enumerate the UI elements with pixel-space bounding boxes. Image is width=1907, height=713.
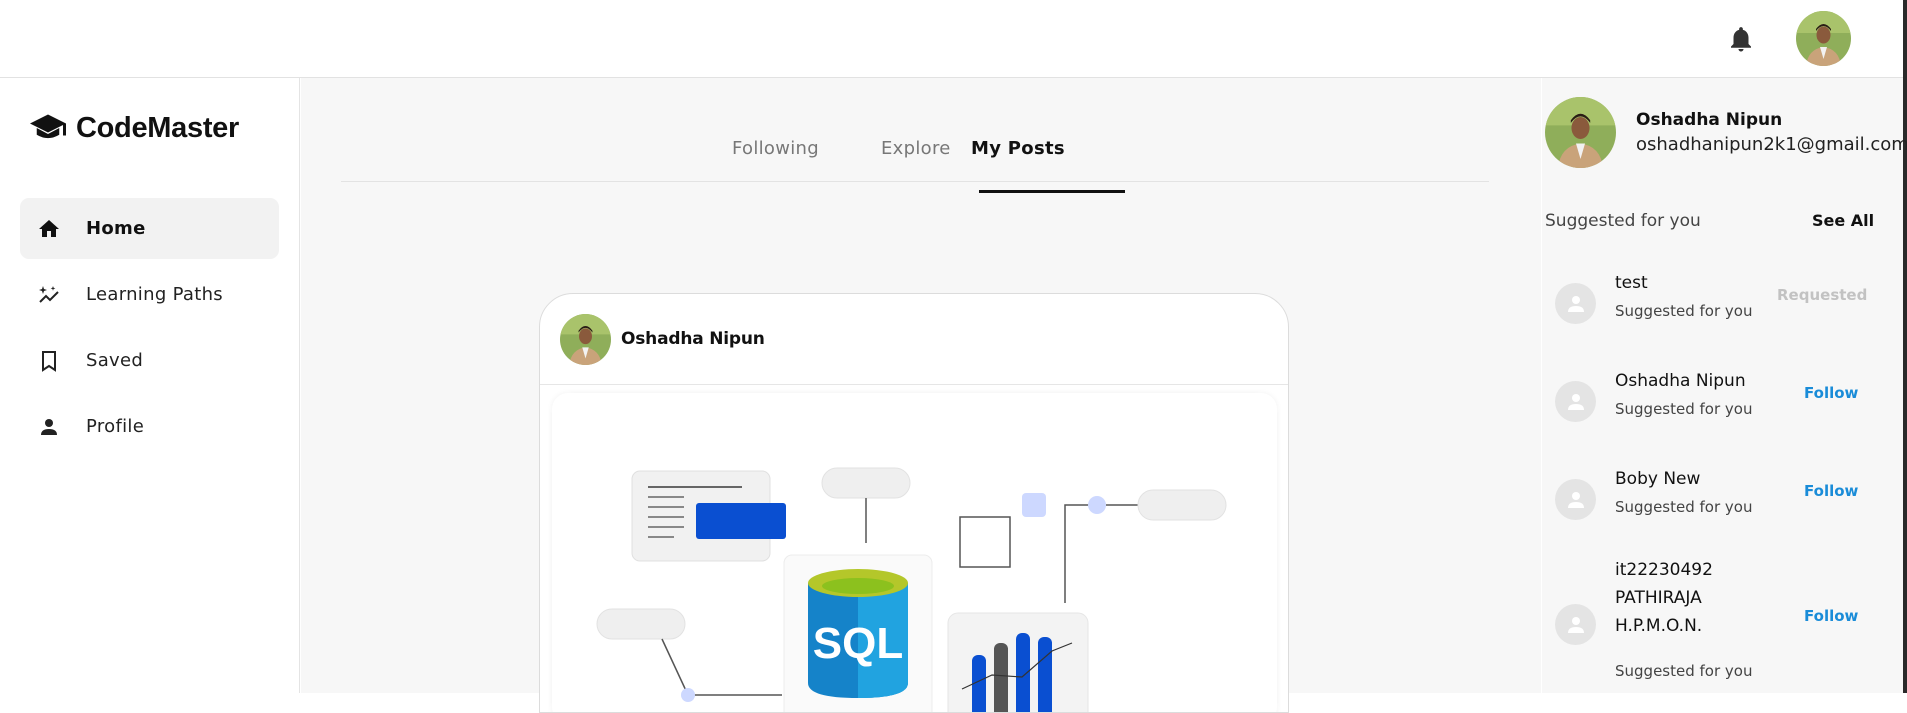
top-bar [0,0,1907,78]
feed-tabs: Following Explore My Posts [341,118,1489,182]
sidebar-item-label: Learning Paths [86,284,223,305]
profile-avatar[interactable] [1545,97,1616,168]
home-icon [36,216,62,242]
requested-button[interactable]: Requested [1777,286,1867,304]
suggestion-name[interactable]: Oshadha Nipun [1615,367,1765,395]
post-card: Oshadha Nipun SQL [539,293,1289,713]
sidebar-item-profile[interactable]: Profile [20,396,279,457]
suggestion-name[interactable]: it22230492 PATHIRAJA H.P.M.O.N. [1615,556,1725,640]
follow-button[interactable]: Follow [1804,607,1858,625]
default-avatar-icon[interactable] [1555,479,1596,520]
graduation-cap-icon [30,114,66,139]
sidebar-nav: Home Learning Paths Saved Profile [20,198,279,462]
sidebar-item-label: Saved [86,350,144,371]
post-author-name[interactable]: Oshadha Nipun [621,329,765,349]
suggestion-item: Boby New Suggested for you Follow [1555,465,1885,535]
suggestion-subtitle: Suggested for you [1615,662,1753,680]
main-feed: Following Explore My Posts Oshadha Nipun [301,78,1541,713]
suggestion-subtitle: Suggested for you [1615,498,1753,516]
tab-following[interactable]: Following [732,138,819,159]
sidebar-item-home[interactable]: Home [20,198,279,259]
default-avatar-icon[interactable] [1555,604,1596,645]
default-avatar-icon[interactable] [1555,283,1596,324]
sidebar-item-label: Home [86,218,146,239]
suggestion-item: it22230492 PATHIRAJA H.P.M.O.N. Suggeste… [1555,556,1885,686]
sparkle-chart-icon [36,282,62,308]
brand-name: CodeMaster [76,111,239,144]
suggestion-name[interactable]: Boby New [1615,465,1765,493]
suggestion-item: Oshadha Nipun Suggested for you Follow [1555,367,1885,437]
suggestion-item: test Suggested for you Requested [1555,269,1885,339]
sidebar-item-label: Profile [86,416,145,437]
right-panel: Oshadha Nipun oshadhanipun2k1@gmail.com … [1542,78,1907,693]
tab-my-posts[interactable]: My Posts [971,138,1065,159]
profile-name[interactable]: Oshadha Nipun [1636,110,1782,130]
active-tab-indicator [979,190,1125,193]
window-edge [1903,0,1907,693]
sidebar-item-saved[interactable]: Saved [20,330,279,391]
suggested-title: Suggested for you [1545,211,1701,231]
follow-button[interactable]: Follow [1804,384,1858,402]
sql-diagram-illustration: SQL [596,467,1227,712]
post-image[interactable]: SQL [552,393,1277,712]
sql-label: SQL [813,619,903,668]
sidebar-item-learning-paths[interactable]: Learning Paths [20,264,279,325]
brand[interactable]: CodeMaster [30,108,239,148]
follow-button[interactable]: Follow [1804,482,1858,500]
post-author-avatar[interactable] [560,313,611,365]
user-avatar[interactable] [1796,11,1851,66]
person-icon [36,414,62,440]
default-avatar-icon[interactable] [1555,381,1596,422]
bookmark-icon [36,348,62,374]
suggestion-subtitle: Suggested for you [1615,302,1753,320]
sidebar: CodeMaster Home Learning Paths Saved Pro… [0,78,300,693]
see-all-link[interactable]: See All [1812,211,1874,230]
tab-explore[interactable]: Explore [881,138,951,159]
profile-email: oshadhanipun2k1@gmail.com [1636,134,1907,155]
suggestion-subtitle: Suggested for you [1615,400,1753,418]
suggestion-name[interactable]: test [1615,269,1765,297]
post-header: Oshadha Nipun [540,294,1288,385]
bell-icon[interactable] [1726,24,1756,54]
